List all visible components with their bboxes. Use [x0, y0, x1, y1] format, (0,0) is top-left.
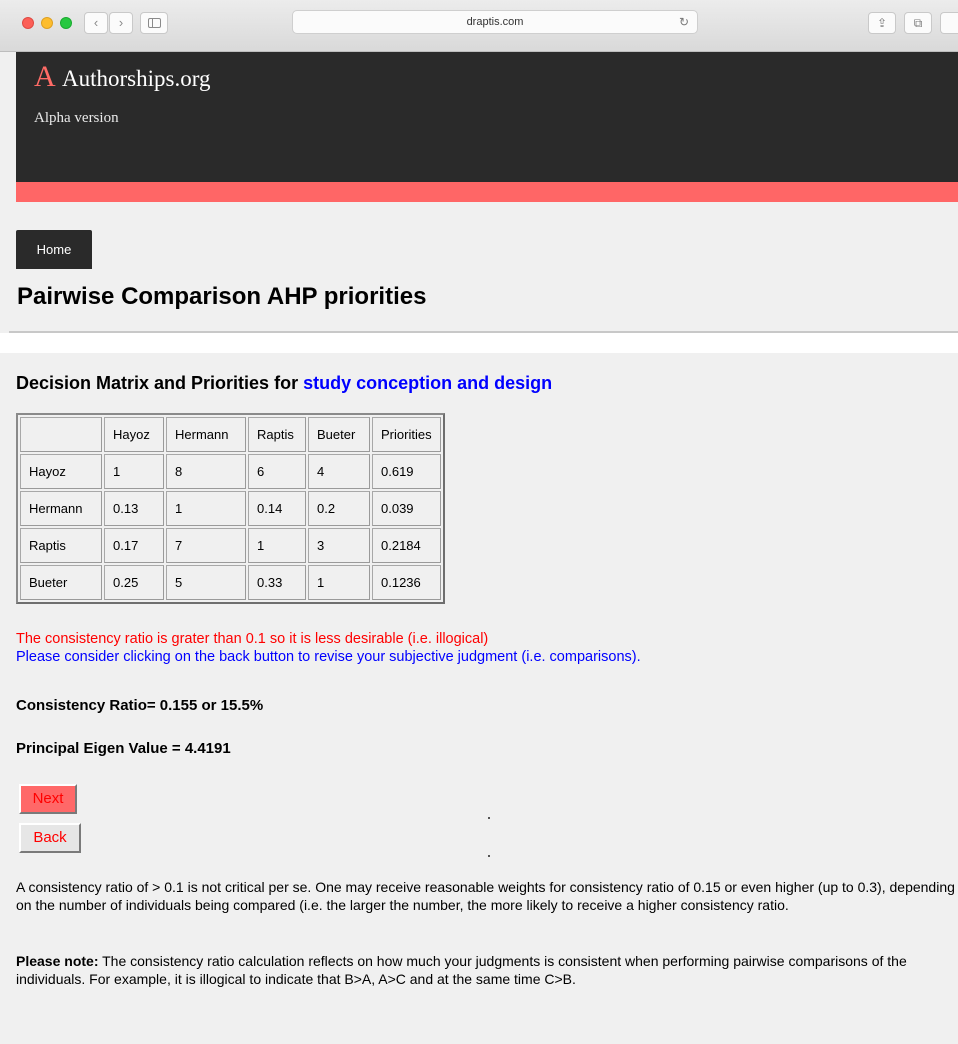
reload-icon[interactable]: ↻	[679, 11, 689, 33]
forward-icon[interactable]: ›	[109, 12, 133, 34]
page-title: Pairwise Comparison AHP priorities	[17, 283, 427, 310]
section-title: Decision Matrix and Priorities for study…	[16, 373, 552, 394]
table-header-cell: Hayoz	[104, 417, 164, 452]
table-cell: 0.2	[308, 491, 370, 526]
table-cell: 1	[248, 528, 306, 563]
table-cell: 1	[104, 454, 164, 489]
consistency-note: A consistency ratio of > 0.1 is not crit…	[16, 879, 955, 913]
table-cell: 3	[308, 528, 370, 563]
section-topic: study conception and design	[303, 373, 553, 393]
table-header-cell: Hermann	[166, 417, 246, 452]
next-button[interactable]: Next	[19, 784, 77, 814]
section-gap	[0, 333, 958, 353]
revise-advice: Please consider clicking on the back but…	[16, 649, 641, 665]
table-cell: 0.619	[372, 454, 441, 489]
table-header-cell: Raptis	[248, 417, 306, 452]
please-note-text: The consistency ratio calculation reflec…	[16, 953, 907, 987]
table-header-cell: Bueter	[308, 417, 370, 452]
decision-matrix: Hayoz Hermann Raptis Bueter Priorities H…	[16, 413, 445, 604]
table-row: Bueter 0.25 5 0.33 1 0.1236	[20, 565, 441, 600]
table-cell: 6	[248, 454, 306, 489]
stray-dot	[488, 855, 490, 857]
table-cell: 0.25	[104, 565, 164, 600]
back-icon[interactable]: ‹	[84, 12, 108, 34]
table-cell: 4	[308, 454, 370, 489]
table-cell: Bueter	[20, 565, 102, 600]
table-cell: 1	[308, 565, 370, 600]
table-cell: Raptis	[20, 528, 102, 563]
table-header-cell: Priorities	[372, 417, 441, 452]
close-window-button[interactable]	[22, 17, 34, 29]
table-header-cell	[20, 417, 102, 452]
section-title-prefix: Decision Matrix and Priorities for	[16, 373, 299, 393]
table-cell: Hermann	[20, 491, 102, 526]
share-icon[interactable]: ⇪	[868, 12, 896, 34]
main-content: Decision Matrix and Priorities for study…	[0, 353, 958, 1044]
tab-overview-icon[interactable]: ⧉	[904, 12, 932, 34]
table-row: Hayoz 1 8 6 4 0.619	[20, 454, 441, 489]
table-cell: 0.039	[372, 491, 441, 526]
table-header-row: Hayoz Hermann Raptis Bueter Priorities	[20, 417, 441, 452]
table-cell: 0.14	[248, 491, 306, 526]
site-tagline: Alpha version	[34, 110, 119, 126]
consistency-warning: The consistency ratio is grater than 0.1…	[16, 631, 489, 647]
please-note-label: Please note:	[16, 953, 99, 969]
back-button[interactable]: Back	[19, 823, 81, 853]
table-cell: 0.33	[248, 565, 306, 600]
minimize-window-button[interactable]	[41, 17, 53, 29]
table-cell: 0.1236	[372, 565, 441, 600]
stray-dot	[488, 817, 490, 819]
zoom-window-button[interactable]	[60, 17, 72, 29]
table-cell: 0.17	[104, 528, 164, 563]
site-header: A Authorships.org Alpha version	[16, 52, 958, 182]
table-cell: 5	[166, 565, 246, 600]
site-name[interactable]: Authorships.org	[62, 66, 210, 92]
please-note: Please note: The consistency ratio calcu…	[16, 953, 956, 988]
sidebar-icon	[147, 18, 161, 28]
new-tab-button[interactable]	[940, 12, 958, 34]
sidebar-toggle-button[interactable]	[140, 12, 168, 34]
browser-toolbar: ‹ › draptis.com ↻ ⇪ ⧉	[0, 0, 958, 52]
address-bar[interactable]: draptis.com ↻	[292, 10, 698, 34]
table-cell: 1	[166, 491, 246, 526]
table-cell: 7	[166, 528, 246, 563]
principal-eigen-value: Principal Eigen Value = 4.4191	[16, 740, 231, 757]
logo-icon[interactable]: A	[34, 60, 56, 94]
header-accent-bar	[16, 182, 958, 202]
url-text: draptis.com	[466, 16, 524, 28]
table-row: Hermann 0.13 1 0.14 0.2 0.039	[20, 491, 441, 526]
table-cell: 0.2184	[372, 528, 441, 563]
home-nav-button[interactable]: Home	[16, 230, 92, 269]
table-cell: Hayoz	[20, 454, 102, 489]
table-cell: 8	[166, 454, 246, 489]
table-cell: 0.13	[104, 491, 164, 526]
table-row: Raptis 0.17 7 1 3 0.2184	[20, 528, 441, 563]
consistency-ratio: Consistency Ratio= 0.155 or 15.5%	[16, 697, 264, 714]
